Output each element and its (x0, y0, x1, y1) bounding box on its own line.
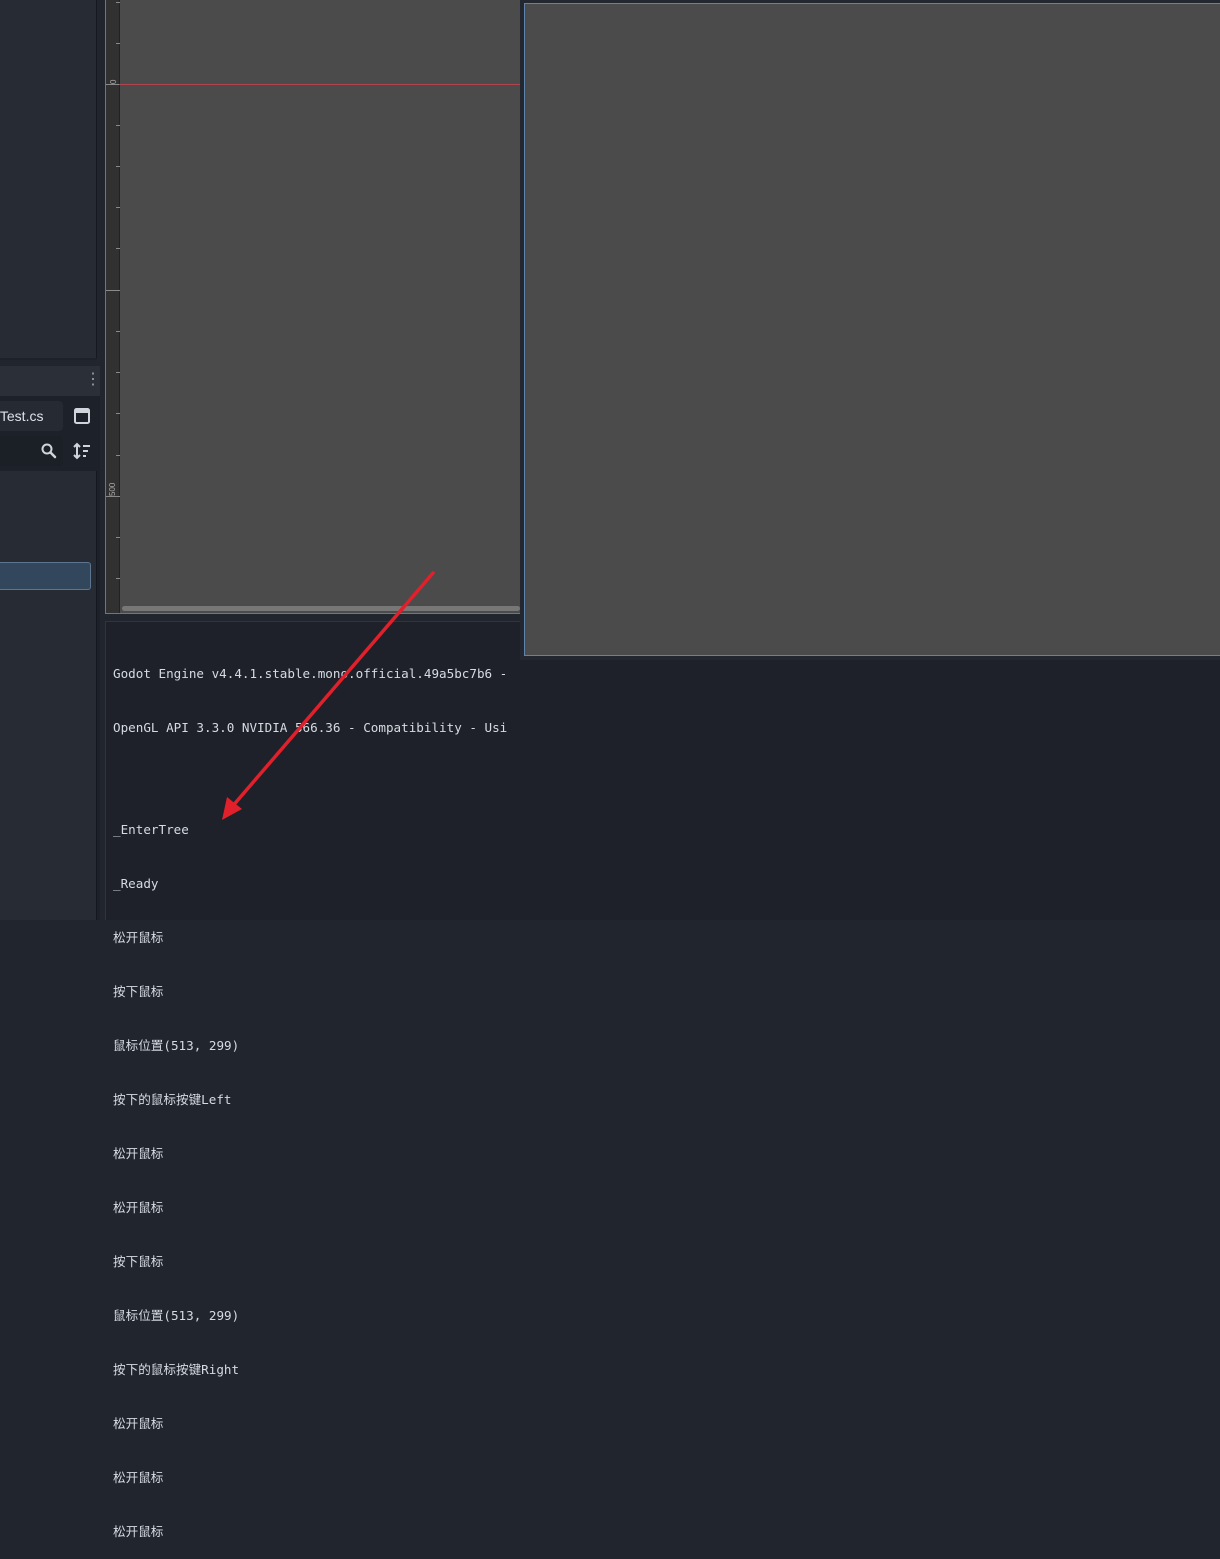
horizontal-scrollbar[interactable] (122, 606, 520, 611)
output-log: Godot Engine v4.4.1.stable.mono.official… (113, 629, 533, 1559)
ruler-label-500: 500 (108, 482, 117, 496)
more-vertical-icon[interactable]: ⋮ (85, 371, 101, 389)
log-line: 按下鼠标 (113, 1254, 164, 1269)
log-line: 按下的鼠标按键Right (113, 1362, 240, 1377)
sort-icon[interactable] (70, 439, 94, 463)
scene-tree-panel[interactable] (0, 0, 97, 358)
log-line: 松开鼠标 (113, 930, 164, 945)
search-icon (40, 442, 58, 460)
origin-axis-line (119, 84, 520, 85)
vertical-ruler: 0 500 (106, 0, 120, 613)
log-line: 鼠标位置(513, 299) (113, 1038, 240, 1053)
log-line: OpenGL API 3.3.0 NVIDIA 566.36 - Compati… (113, 720, 508, 735)
script-tab-label: tTest.cs (0, 408, 44, 424)
log-line: 松开鼠标 (113, 1524, 164, 1539)
log-line: 鼠标位置(513, 299) (113, 1308, 240, 1323)
log-line: 松开鼠标 (113, 1146, 164, 1161)
log-line: _EnterTree (113, 822, 189, 837)
game-window-canvas[interactable] (524, 3, 1220, 656)
window-icon[interactable] (70, 404, 94, 428)
ruler-label-0: 0 (109, 79, 118, 84)
log-line: 松开鼠标 (113, 1200, 164, 1215)
log-line: Godot Engine v4.4.1.stable.mono.official… (113, 666, 508, 681)
log-line: 按下的鼠标按键Left (113, 1092, 232, 1107)
log-line: _Ready (113, 876, 159, 891)
log-line: 松开鼠标 (113, 1416, 164, 1431)
file-list-panel[interactable] (0, 471, 97, 920)
editor-viewport[interactable] (105, 0, 525, 614)
log-line: 按下鼠标 (113, 984, 164, 999)
log-line: 松开鼠标 (113, 1470, 164, 1485)
log-blank-line (113, 773, 533, 785)
script-tab[interactable]: tTest.cs (0, 401, 63, 431)
selected-list-item[interactable] (0, 562, 91, 590)
